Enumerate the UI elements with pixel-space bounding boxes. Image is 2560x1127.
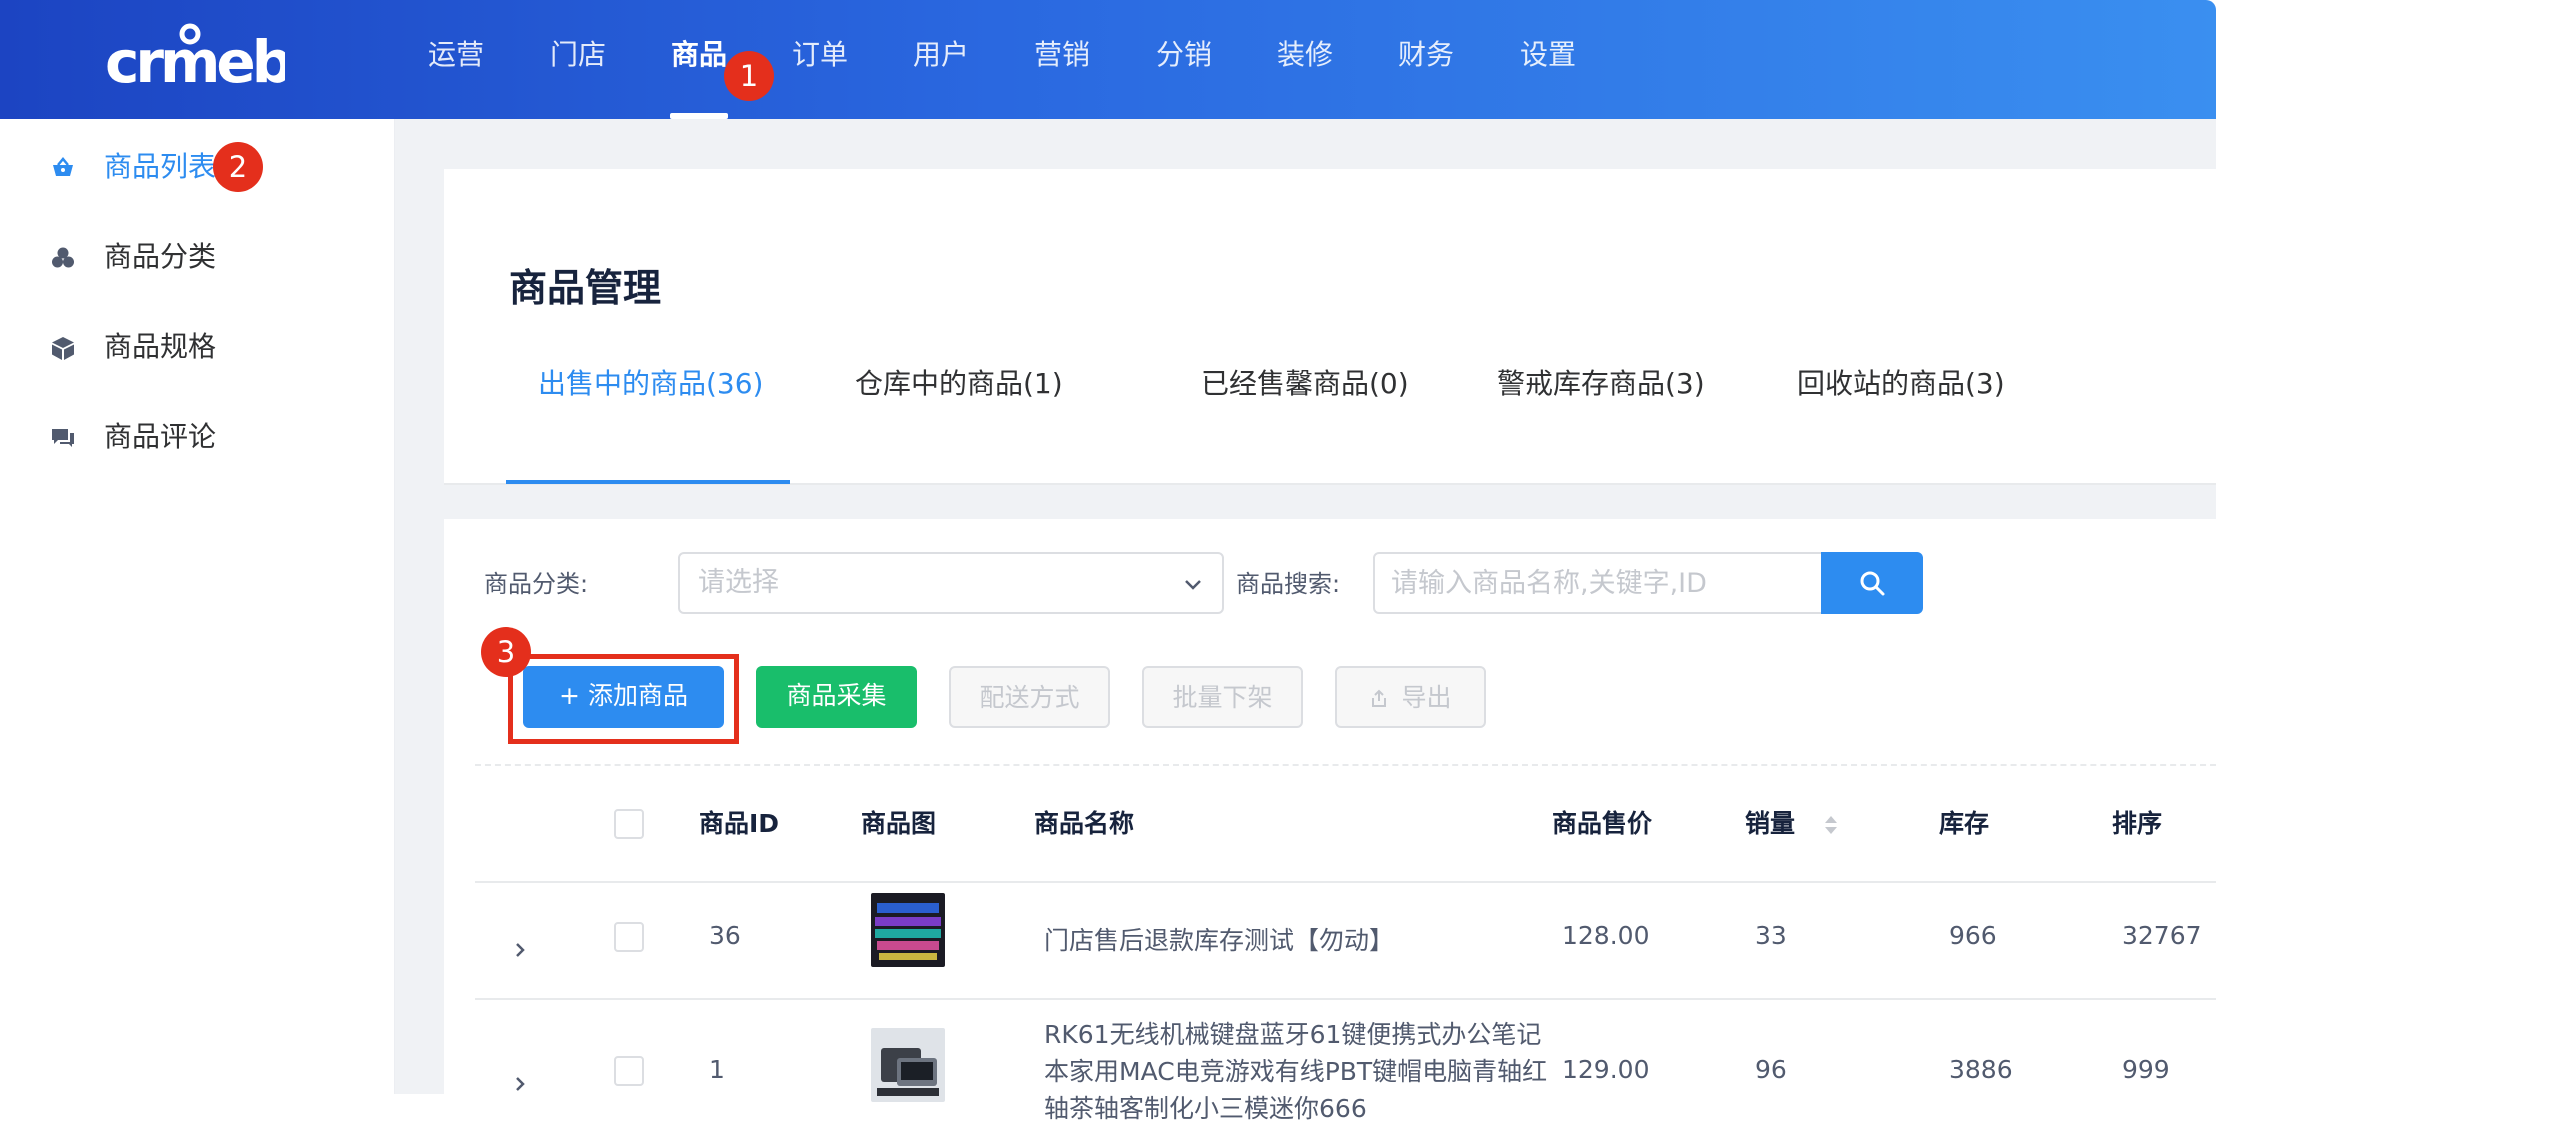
product-stock: 966 xyxy=(1949,921,1997,950)
comment-icon xyxy=(52,429,74,447)
product-id: 1 xyxy=(709,1055,725,1084)
search-input[interactable] xyxy=(1375,554,1811,612)
column-header-name: 商品名称 xyxy=(1034,809,1135,838)
crmeb-logo[interactable]: crmeb xyxy=(105,22,295,96)
product-name-line: 轴茶轴客制化小三模迷你666 xyxy=(1044,1094,1367,1123)
export-button[interactable]: 导出 xyxy=(1335,666,1486,728)
column-header-sort: 排序 xyxy=(2112,809,2163,838)
sort-icon[interactable] xyxy=(1822,813,1840,837)
step-marker-1: 1 xyxy=(724,51,774,101)
product-thumbnail[interactable] xyxy=(871,893,945,967)
tab-bar-divider xyxy=(444,483,2216,485)
nav-item-marketing[interactable]: 营销 xyxy=(1032,0,1092,119)
export-icon xyxy=(1372,689,1387,707)
nav-item-finance[interactable]: 财务 xyxy=(1396,0,1456,119)
sidebar-item-product-comments[interactable]: 商品评论 xyxy=(0,407,394,467)
row-checkbox[interactable] xyxy=(614,1056,644,1086)
product-list-card: 商品分类: 请选择 商品搜索: + 添加商品 3 商品采集 配送方式 批量下架 xyxy=(444,519,2216,1123)
chevron-down-icon xyxy=(1185,580,1201,590)
product-sales: 96 xyxy=(1755,1055,1787,1084)
chevron-right-icon[interactable] xyxy=(510,940,530,960)
page-header-card: 商品管理 出售中的商品(36) 仓库中的商品(1) 已经售馨商品(0) 警戒库存… xyxy=(444,169,2216,483)
tab-on-sale[interactable]: 出售中的商品(36) xyxy=(538,354,763,414)
search-icon xyxy=(1860,571,1885,596)
product-name-line: RK61无线机械键盘蓝牙61键便携式办公笔记 xyxy=(1044,1020,1542,1049)
nav-item-distribution[interactable]: 分销 xyxy=(1154,0,1214,119)
nav-item-products[interactable]: 商品 xyxy=(668,0,730,119)
table-divider xyxy=(475,881,2216,883)
sidebar-item-label: 商品评论 xyxy=(104,420,217,453)
sidebar-item-label: 商品规格 xyxy=(104,330,217,363)
top-navigation-bar: crmeb 运营 门店 商品 订单 用户 营销 分销 装修 财务 设置 1 xyxy=(0,0,2216,119)
collect-product-button[interactable]: 商品采集 xyxy=(756,666,917,728)
nav-item-settings[interactable]: 设置 xyxy=(1518,0,1578,119)
product-sort: 32767 xyxy=(2122,921,2202,950)
product-id: 36 xyxy=(709,921,741,950)
category-select[interactable]: 请选择 xyxy=(678,552,1224,614)
step-marker-3: 3 xyxy=(481,627,531,677)
nav-item-users[interactable]: 用户 xyxy=(911,0,971,119)
nav-item-operations[interactable]: 运营 xyxy=(426,0,486,119)
sidebar-item-product-category[interactable]: 商品分类 xyxy=(0,227,394,287)
logo-mark-icon: crmeb xyxy=(105,23,295,96)
sidebar-item-label: 商品列表 xyxy=(104,150,217,183)
product-stock: 3886 xyxy=(1949,1055,2013,1084)
highlight-box xyxy=(508,654,739,744)
sidebar-item-product-list[interactable]: 商品列表 xyxy=(0,137,394,197)
category-icon xyxy=(52,247,74,268)
sidebar-item-product-spec[interactable]: 商品规格 xyxy=(0,317,394,377)
column-header-price: 商品售价 xyxy=(1552,809,1653,838)
nav-item-decoration[interactable]: 装修 xyxy=(1275,0,1335,119)
table-divider xyxy=(475,998,2216,1000)
export-button-label: 导出 xyxy=(1401,683,1452,712)
category-select-placeholder: 请选择 xyxy=(698,567,779,598)
sidebar-item-label: 商品分类 xyxy=(104,240,217,273)
tab-in-warehouse[interactable]: 仓库中的商品(1) xyxy=(855,354,1063,414)
column-header-sales[interactable]: 销量 xyxy=(1745,804,1840,844)
product-thumbnail[interactable] xyxy=(871,1028,945,1102)
page-title: 商品管理 xyxy=(509,266,662,310)
product-price: 128.00 xyxy=(1562,921,1650,950)
column-header-sales-label: 销量 xyxy=(1745,809,1796,838)
nav-item-orders[interactable]: 订单 xyxy=(790,0,850,119)
row-checkbox[interactable] xyxy=(614,922,644,952)
product-name-line: 本家用MAC电竞游戏有线PBT键帽电脑青轴红 xyxy=(1044,1057,1548,1086)
shipping-method-button[interactable]: 配送方式 xyxy=(949,666,1110,728)
chevron-right-icon[interactable] xyxy=(510,1074,530,1094)
select-all-checkbox[interactable] xyxy=(614,809,644,839)
tab-sold-out[interactable]: 已经售馨商品(0) xyxy=(1201,354,1409,414)
column-header-id: 商品ID xyxy=(699,809,780,838)
category-filter-label: 商品分类: xyxy=(484,570,589,598)
tab-recycle-bin[interactable]: 回收站的商品(3) xyxy=(1797,354,2005,414)
main-content: 商品管理 出售中的商品(36) 仓库中的商品(1) 已经售馨商品(0) 警戒库存… xyxy=(395,119,2216,1123)
basket-icon xyxy=(53,157,73,176)
step-marker-2: 2 xyxy=(213,142,263,192)
nav-item-store[interactable]: 门店 xyxy=(548,0,608,119)
sidebar: 商品列表 2 商品分类 商品规格 商品评论 xyxy=(0,119,395,1094)
column-header-image: 商品图 xyxy=(861,809,937,838)
product-sort: 999 xyxy=(2122,1055,2170,1084)
search-filter-label: 商品搜索: xyxy=(1236,570,1341,598)
product-sales: 33 xyxy=(1755,921,1787,950)
tab-low-stock[interactable]: 警戒库存商品(3) xyxy=(1497,354,1705,414)
column-header-stock: 库存 xyxy=(1939,809,1990,838)
cube-icon xyxy=(52,337,74,360)
product-name: RK61无线机械键盘蓝牙61键便携式办公笔记 本家用MAC电竞游戏有线PBT键帽… xyxy=(1044,1016,1547,1127)
search-input-wrapper xyxy=(1373,552,1823,614)
product-name: 门店售后退款库存测试【勿动】 xyxy=(1044,926,1395,955)
section-divider xyxy=(475,764,2216,766)
product-price: 129.00 xyxy=(1562,1055,1650,1084)
batch-off-shelf-button[interactable]: 批量下架 xyxy=(1142,666,1303,728)
search-button[interactable] xyxy=(1821,552,1923,614)
